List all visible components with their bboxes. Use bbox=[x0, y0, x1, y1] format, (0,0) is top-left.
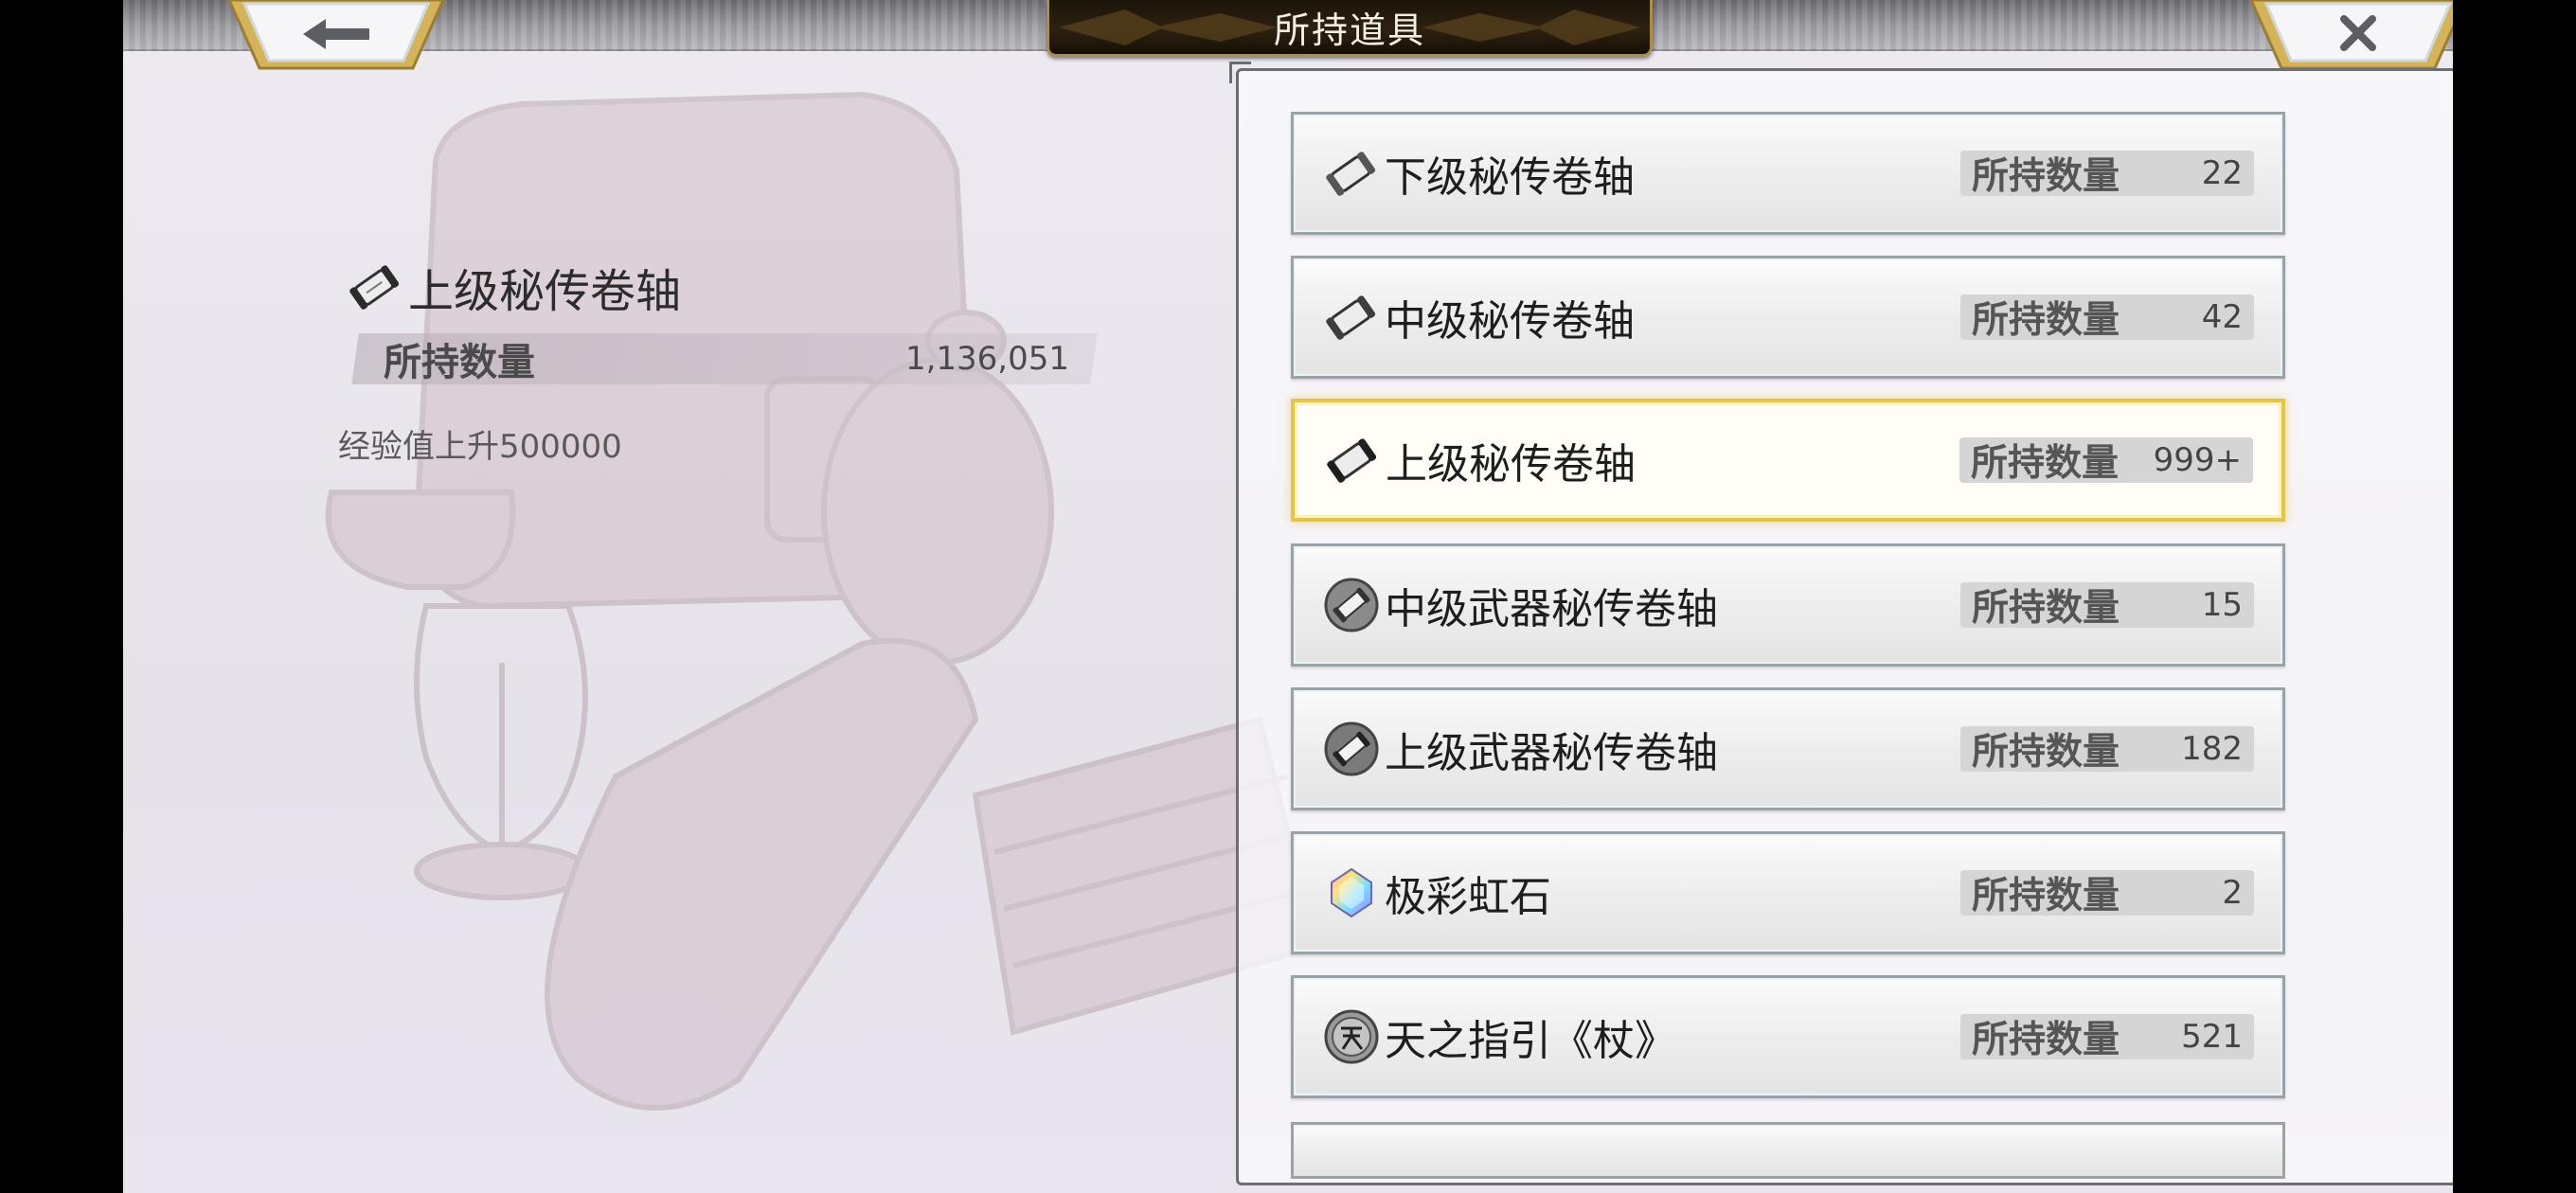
item-name: 极彩虹石 bbox=[1385, 873, 1551, 921]
quantity-label: 所持数量 bbox=[1971, 442, 2120, 485]
item-detail-panel: 上级秘传卷轴 所持数量 1,136,051 经验值上升500000 bbox=[336, 254, 1217, 467]
weapon-scroll-icon bbox=[1324, 721, 1379, 776]
detail-quantity-label: 所持数量 bbox=[384, 341, 535, 384]
quantity-value: 999+ bbox=[2153, 441, 2242, 479]
heaven-seal-icon bbox=[1324, 1009, 1379, 1064]
list-item[interactable]: 下级秘传卷轴 所持数量 22 bbox=[1291, 112, 2285, 235]
close-x-icon bbox=[2249, 0, 2453, 70]
detail-description: 经验值上升500000 bbox=[338, 428, 622, 466]
quantity-box: 所持数量 42 bbox=[1960, 294, 2254, 342]
quantity-label: 所持数量 bbox=[1972, 875, 2120, 917]
quantity-box: 所持数量 999+ bbox=[1959, 437, 2253, 485]
quantity-value: 15 bbox=[2201, 586, 2243, 624]
list-item[interactable]: 天之指引《杖》 所持数量 521 bbox=[1291, 975, 2285, 1098]
title-ornament-left bbox=[1059, 9, 1277, 45]
list-item[interactable]: 中级秘传卷轴 所持数量 42 bbox=[1291, 256, 2285, 379]
scroll-icon bbox=[1326, 151, 1376, 196]
back-button[interactable] bbox=[227, 0, 445, 72]
title-plate: 所持道具 bbox=[1046, 0, 1653, 57]
list-item-selected[interactable]: 上级秘传卷轴 所持数量 999+ bbox=[1291, 399, 2285, 522]
quantity-value: 182 bbox=[2181, 730, 2243, 768]
quantity-value: 22 bbox=[2201, 154, 2243, 192]
item-name: 天之指引《杖》 bbox=[1385, 1017, 1676, 1065]
weapon-scroll-icon bbox=[1324, 578, 1379, 632]
detail-quantity-bar: 所持数量 1,136,051 bbox=[351, 333, 1098, 384]
quantity-label: 所持数量 bbox=[1972, 299, 2120, 342]
scroll-icon bbox=[1327, 438, 1377, 483]
game-screen: 所持道具 上级秘传卷轴 所持数量 1,136,051 经验值上升500000 下… bbox=[123, 0, 2453, 1193]
title-ornament-right bbox=[1422, 9, 1640, 45]
scroll-icon bbox=[1326, 295, 1376, 340]
quantity-value: 42 bbox=[2201, 298, 2243, 336]
list-item[interactable]: 极彩虹石 所持数量 2 bbox=[1291, 831, 2285, 954]
quantity-value: 521 bbox=[2181, 1018, 2243, 1056]
quantity-box: 所持数量 182 bbox=[1960, 726, 2254, 774]
quantity-label: 所持数量 bbox=[1972, 155, 2120, 198]
detail-quantity-value: 1,136,051 bbox=[904, 340, 1069, 378]
rainbow-gem-icon bbox=[1331, 867, 1372, 918]
item-name: 上级武器秘传卷轴 bbox=[1385, 729, 1718, 777]
quantity-label: 所持数量 bbox=[1972, 587, 2120, 630]
list-item-partial[interactable] bbox=[1291, 1122, 2285, 1179]
scroll-icon bbox=[349, 265, 400, 310]
back-arrow-icon bbox=[227, 0, 445, 70]
quantity-label: 所持数量 bbox=[1972, 731, 2120, 774]
item-name: 中级武器秘传卷轴 bbox=[1385, 585, 1718, 633]
item-name: 上级秘传卷轴 bbox=[1386, 440, 1636, 489]
quantity-label: 所持数量 bbox=[1972, 1019, 2120, 1061]
quantity-box: 所持数量 22 bbox=[1960, 151, 2254, 198]
quantity-value: 2 bbox=[2222, 874, 2243, 912]
close-button[interactable] bbox=[2249, 0, 2453, 72]
quantity-box: 所持数量 15 bbox=[1960, 582, 2254, 630]
quantity-box: 所持数量 2 bbox=[1960, 870, 2254, 917]
list-item[interactable]: 中级武器秘传卷轴 所持数量 15 bbox=[1291, 543, 2285, 667]
quantity-box: 所持数量 521 bbox=[1960, 1014, 2254, 1061]
item-name: 下级秘传卷轴 bbox=[1385, 153, 1635, 202]
detail-item-name: 上级秘传卷轴 bbox=[408, 265, 682, 318]
item-name: 中级秘传卷轴 bbox=[1385, 297, 1635, 346]
page-title: 所持道具 bbox=[1273, 9, 1425, 51]
list-item[interactable]: 上级武器秘传卷轴 所持数量 182 bbox=[1291, 687, 2285, 810]
background-illustration bbox=[325, 91, 1320, 1111]
